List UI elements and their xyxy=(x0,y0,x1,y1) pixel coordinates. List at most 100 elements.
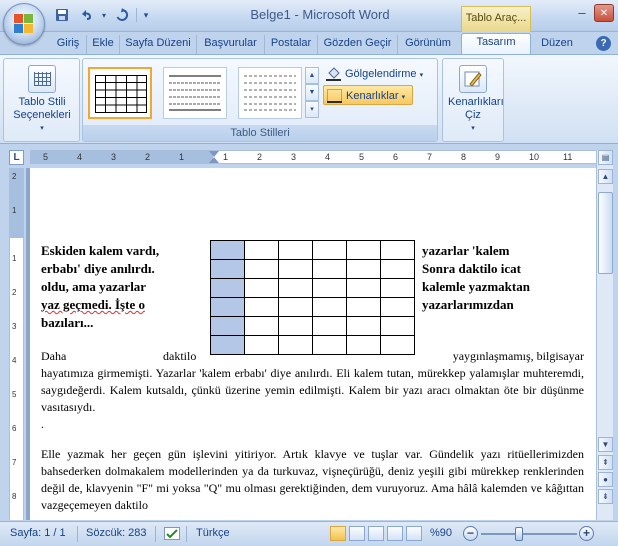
close-button[interactable]: ✕ xyxy=(594,4,614,22)
table-cell[interactable] xyxy=(380,278,415,298)
zoom-slider-track[interactable] xyxy=(481,533,577,535)
customize-icon[interactable]: ▾ xyxy=(141,6,151,24)
table-cell[interactable] xyxy=(380,259,415,279)
ruler-number: 10 xyxy=(529,152,540,162)
horizontal-ruler[interactable]: 5 4 3 2 1 1 2 3 4 5 6 7 8 9 10 11 xyxy=(30,150,596,164)
table-style-grid[interactable] xyxy=(88,67,152,119)
document-page[interactable]: Eskiden kalem vardı, erbabı' diye anılır… xyxy=(30,168,596,520)
table-cell[interactable] xyxy=(278,316,313,336)
table-cell[interactable] xyxy=(312,316,347,336)
tab-duzen[interactable]: Düzen xyxy=(531,35,583,54)
tab-tasarim[interactable]: Tasarım xyxy=(461,33,531,55)
table-cell[interactable] xyxy=(278,297,313,317)
view-ruler-icon[interactable]: ▤ xyxy=(598,150,613,165)
table-row[interactable] xyxy=(210,259,415,279)
office-button[interactable] xyxy=(3,3,45,45)
undo-icon[interactable] xyxy=(76,6,96,24)
table-cell[interactable] xyxy=(244,240,279,260)
page-count[interactable]: Sayfa: 1 / 1 xyxy=(10,527,66,539)
table-cell[interactable] xyxy=(244,259,279,279)
table-cell[interactable] xyxy=(346,316,381,336)
next-page-icon[interactable]: ⇟ xyxy=(598,489,613,504)
table-cell[interactable] xyxy=(380,316,415,336)
redo-icon[interactable] xyxy=(112,6,132,24)
borders-button[interactable]: Kenarlıklar ▾ xyxy=(323,85,413,105)
table-row[interactable] xyxy=(210,316,415,336)
gallery-down-icon[interactable]: ▼ xyxy=(305,84,319,101)
vertical-ruler[interactable]: 2 1 1 2 3 4 5 6 7 8 xyxy=(9,168,24,520)
gallery-more-icon[interactable]: ▾ xyxy=(305,101,319,118)
table-cell[interactable] xyxy=(312,240,347,260)
gallery-up-icon[interactable]: ▲ xyxy=(305,67,319,84)
zoom-out-button[interactable]: − xyxy=(463,526,478,541)
proofing-icon[interactable] xyxy=(164,527,180,540)
table-cell[interactable] xyxy=(210,297,245,317)
table-cell[interactable] xyxy=(244,316,279,336)
tab-gozden-gecir[interactable]: Gözden Geçir xyxy=(318,35,398,54)
undo-dropdown-icon[interactable]: ▾ xyxy=(100,6,108,24)
vertical-scrollbar[interactable]: ▤ ▲ ▼ ⇞ ● ⇟ xyxy=(596,150,613,520)
group-table-styles: ▲ ▼ ▾ Gölgelendirme ▾ Kenarlıklar ▾ Tabl… xyxy=(82,58,438,142)
table-cell[interactable] xyxy=(210,316,245,336)
scroll-thumb[interactable] xyxy=(598,192,613,274)
ruler-number: 4 xyxy=(325,152,331,162)
table-cell[interactable] xyxy=(210,278,245,298)
table-cell[interactable] xyxy=(278,240,313,260)
save-icon[interactable] xyxy=(52,6,72,24)
tab-gorunum[interactable]: Görünüm xyxy=(398,35,458,54)
table-cell[interactable] xyxy=(312,259,347,279)
tab-sayfa-duzeni[interactable]: Sayfa Düzeni xyxy=(120,35,197,54)
minimize-button[interactable]: – xyxy=(572,4,592,22)
zoom-level[interactable]: %90 xyxy=(430,527,452,539)
shading-button[interactable]: Gölgelendirme ▾ xyxy=(323,64,435,84)
table-cell[interactable] xyxy=(346,278,381,298)
table-style-options-button[interactable]: Tablo Stili Seçenekleri ▾ xyxy=(7,65,77,135)
word-count[interactable]: Sözcük: 283 xyxy=(86,527,147,539)
hanging-indent-icon[interactable] xyxy=(209,157,219,163)
table-cell[interactable] xyxy=(380,240,415,260)
paint-bucket-icon xyxy=(326,67,341,81)
table-cell[interactable] xyxy=(244,297,279,317)
title-bar: ▾ ▾ Belge1 - Microsoft Word Tablo Araç..… xyxy=(0,0,618,32)
help-icon[interactable]: ? xyxy=(596,36,611,51)
tab-postalar[interactable]: Postalar xyxy=(265,35,318,54)
outline-view-icon[interactable] xyxy=(387,526,403,541)
web-layout-view-icon[interactable] xyxy=(368,526,384,541)
document-table[interactable] xyxy=(210,240,415,355)
table-cell[interactable] xyxy=(380,297,415,317)
table-cell[interactable] xyxy=(210,240,245,260)
full-screen-reading-view-icon[interactable] xyxy=(349,526,365,541)
table-cell[interactable] xyxy=(210,259,245,279)
table-row[interactable] xyxy=(210,240,415,260)
scroll-down-icon[interactable]: ▼ xyxy=(598,437,613,452)
table-cell[interactable] xyxy=(312,297,347,317)
zoom-in-button[interactable]: + xyxy=(579,526,594,541)
table-cell[interactable] xyxy=(312,278,347,298)
language-indicator[interactable]: Türkçe xyxy=(196,527,230,539)
table-cell[interactable] xyxy=(346,297,381,317)
table-style-light-lines[interactable] xyxy=(163,67,227,119)
scroll-up-icon[interactable]: ▲ xyxy=(598,169,613,184)
tab-giris[interactable]: Giriş xyxy=(50,35,87,54)
table-cell[interactable] xyxy=(346,259,381,279)
previous-page-icon[interactable]: ⇞ xyxy=(598,455,613,470)
select-browse-object-icon[interactable]: ● xyxy=(598,472,613,487)
table-cell[interactable] xyxy=(278,259,313,279)
zoom-slider-thumb[interactable] xyxy=(515,527,523,541)
draft-view-icon[interactable] xyxy=(406,526,422,541)
ruler-number: 6 xyxy=(393,152,399,162)
ruler-number: 2 xyxy=(145,152,151,162)
draw-borders-button[interactable]: Kenarlıkları Çiz ▾ xyxy=(443,65,504,135)
tab-basvurular[interactable]: Başvurular xyxy=(197,35,265,54)
table-cell[interactable] xyxy=(278,278,313,298)
print-layout-view-icon[interactable] xyxy=(330,526,346,541)
tab-ekle[interactable]: Ekle xyxy=(87,35,120,54)
tab-selector-button[interactable]: L xyxy=(9,150,24,165)
table-cell[interactable] xyxy=(346,240,381,260)
table-style-dotted[interactable] xyxy=(238,67,302,119)
table-tools-contextual-tab[interactable]: Tablo Araç... xyxy=(461,6,531,32)
table-cell[interactable] xyxy=(244,278,279,298)
table-row[interactable] xyxy=(210,297,415,317)
text-line: yaz geçmedi. İşte o xyxy=(41,297,145,312)
table-row[interactable] xyxy=(210,278,415,298)
